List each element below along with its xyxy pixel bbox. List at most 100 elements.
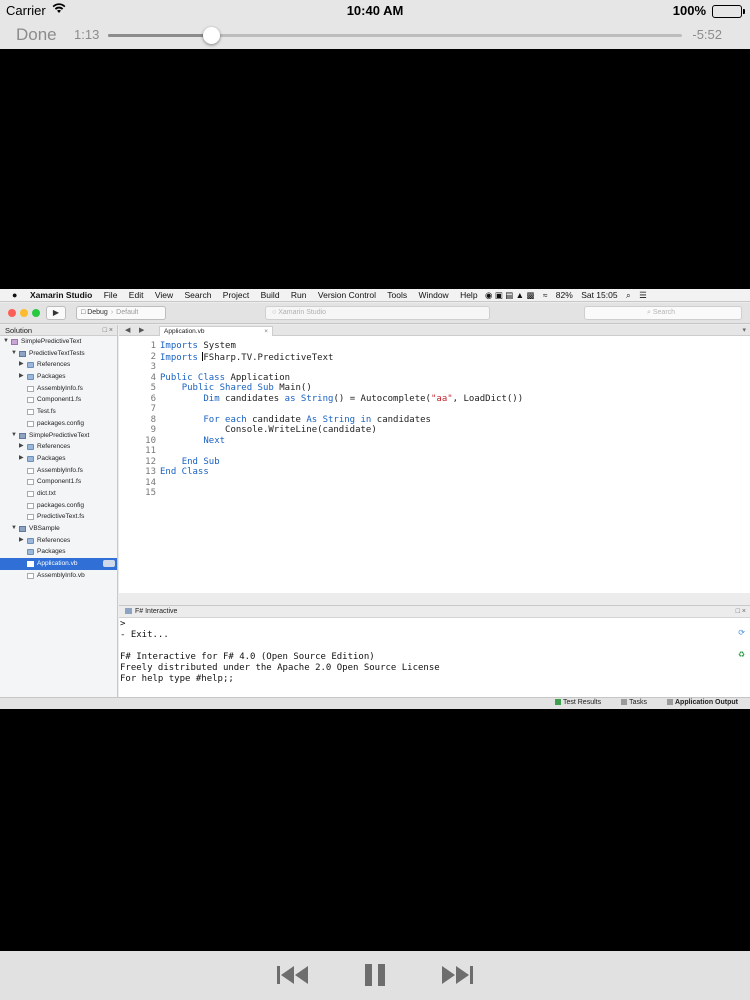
fsi-output-line: F# Interactive for F# 4.0 (Open Source E… — [120, 652, 375, 662]
fsharp-interactive-pane: F# Interactive □ × > - Exit... F# Interact… — [119, 605, 750, 697]
file-icon — [27, 514, 34, 521]
line-text: Console.WriteLine(candidate) — [160, 425, 377, 436]
menu-help: Help — [460, 290, 478, 300]
zoom-window-icon — [32, 309, 40, 317]
tree-item-label: PredictiveTextTests — [29, 349, 85, 357]
fsi-title: F# Interactive — [135, 608, 178, 615]
folder-icon — [27, 444, 34, 451]
line-text: Dim candidates as String() = Autocomplet… — [160, 394, 523, 405]
folder-icon — [27, 537, 34, 544]
menu-list: Xamarin Studio File Edit View Search Pro… — [30, 290, 487, 300]
expanded-arrow-icon: ▼ — [11, 349, 17, 356]
tree-item-label: Component1.fs — [37, 396, 82, 404]
tree-item-label: Test.fs — [37, 408, 56, 416]
fsi-output-line: - Exit... — [120, 630, 169, 640]
tree-item-label: References — [37, 443, 71, 451]
code-token: () = Autocomplete( — [333, 393, 431, 404]
tree-item-label: AssemblyInfo.fs — [37, 466, 83, 474]
back-icon: ◀ — [125, 327, 131, 334]
file-icon — [27, 490, 34, 497]
keyword-token: Next — [203, 435, 226, 446]
line-number: 1 — [150, 341, 156, 351]
menu-version-control: Version Control — [317, 290, 377, 300]
keyword-token: Public Class — [160, 372, 226, 383]
pad-icon — [621, 699, 628, 705]
video-frame[interactable]: ● Xamarin Studio File Edit View Search P… — [0, 289, 750, 709]
tree-item-label: PredictiveText.fs — [37, 513, 85, 521]
pane-close-icon: □ × — [102, 327, 113, 334]
elapsed-time: 1:13 — [74, 27, 100, 42]
code-line: 12 End Sub — [119, 457, 750, 468]
keyword-token: Dim — [203, 393, 220, 404]
tree-item-label: AssemblyInfo.fs — [37, 384, 83, 392]
code-line: 10 Next — [119, 436, 750, 447]
collapsed-arrow-icon: ▶ — [19, 361, 24, 368]
done-button[interactable]: Done — [16, 25, 57, 45]
tree-item: AssemblyInfo.fs — [0, 383, 117, 395]
minimize-window-icon — [20, 309, 28, 317]
tree-item: ▼ SimplePredictiveText — [0, 430, 117, 442]
clock: 10:40 AM — [346, 3, 404, 18]
tree-item: Component1.fs — [0, 476, 117, 488]
tree-item: AssemblyInfo.fs — [0, 465, 117, 477]
line-number: 14 — [145, 477, 156, 488]
code-line: 15 — [119, 488, 750, 499]
previous-button[interactable] — [277, 964, 309, 986]
expanded-arrow-icon: ▼ — [3, 338, 9, 344]
tree-item: ▼ PredictiveTextTests — [0, 348, 117, 360]
scrubber-track[interactable] — [108, 27, 682, 44]
file-icon — [27, 479, 34, 486]
pad-icon — [554, 699, 561, 705]
code-line: 11 — [119, 446, 750, 457]
menu-tools: Tools — [387, 290, 408, 300]
code-line: 3 — [119, 362, 750, 373]
tree-item: ▶ References — [0, 441, 117, 453]
pause-icon — [365, 964, 372, 986]
folder-icon — [27, 549, 34, 556]
fsi-output: > - Exit... F# Interactive for F# 4.0 (Ope… — [119, 619, 440, 685]
tree-item-label: packages.config — [37, 501, 84, 509]
collapsed-arrow-icon: ▶ — [19, 454, 24, 461]
menu-project: Project — [222, 290, 250, 300]
pad-label: Application Output — [675, 699, 738, 706]
tray-icons: ◉ ▣ ▤ ▲ ▩ — [485, 290, 535, 300]
next-button[interactable] — [441, 964, 473, 986]
line-number: 15 — [145, 488, 156, 498]
ide-search-field: ⌕ Search — [584, 306, 742, 320]
expanded-arrow-icon: ▼ — [11, 525, 17, 531]
tree-item-label: Packages — [37, 454, 66, 462]
battery-percent: 100% — [672, 3, 706, 18]
tree-item-label: SimplePredictiveText — [29, 431, 90, 439]
pause-button[interactable] — [365, 964, 385, 986]
line-number: 4 — [150, 372, 156, 383]
solution-pane-title: Solution — [5, 326, 33, 335]
line-number: 7 — [150, 404, 156, 414]
tree-item: Packages — [0, 546, 117, 558]
ios-status-bar: Carrier 10:40 AM 100% — [0, 0, 750, 22]
pad-button: Application Output — [657, 699, 738, 706]
line-text: For each candidate As String in candidat… — [160, 415, 431, 426]
fsi-close-icon: □ × — [735, 608, 746, 615]
configuration-label: Debug — [87, 309, 108, 316]
tree-item: ▶ Packages — [0, 453, 117, 465]
run-icon: ▶ — [46, 306, 66, 320]
file-icon — [27, 572, 34, 579]
document-tab-bar: ◀ ▶ Application.vb × ▾ — [119, 325, 750, 336]
pad-label: Tasks — [629, 699, 647, 706]
fast-forward-icon — [442, 966, 473, 984]
file-icon — [27, 502, 34, 509]
document-tab-label: Application.vb — [164, 328, 205, 335]
tray-battery: 82% — [555, 290, 573, 300]
tree-item: ▼ SimplePredictiveText — [0, 336, 117, 348]
menu-search: Search — [184, 290, 212, 300]
file-icon — [27, 409, 34, 416]
tree-item-label: AssemblyInfo.vb — [37, 571, 85, 579]
line-text: Public Shared Sub Main() — [160, 383, 312, 394]
scrubber-knob[interactable] — [203, 27, 221, 44]
solution-pane-header: Solution □ × — [0, 325, 117, 336]
fsi-output-line — [119, 641, 440, 652]
keyword-token: as String — [284, 393, 334, 404]
line-text: End Sub — [160, 457, 220, 468]
ide-status-area: ○ Xamarin Studio — [265, 306, 490, 320]
tree-item-label: Application.vb — [37, 560, 78, 568]
